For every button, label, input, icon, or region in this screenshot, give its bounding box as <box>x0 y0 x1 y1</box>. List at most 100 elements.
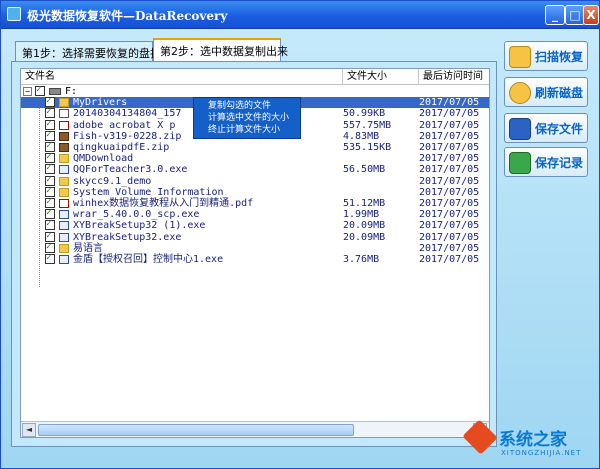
maximize-button[interactable]: □ <box>565 5 585 25</box>
file-name: 20140304134804_157 <box>73 108 182 120</box>
scroll-left-icon[interactable]: ◄ <box>22 423 36 437</box>
file-row[interactable]: QQForTeacher3.0.exe 56.50MB 2017/07/05 <box>21 163 489 176</box>
file-name: wrar_5.40.0.0_scp.exe <box>73 209 200 221</box>
tab-step-2[interactable]: 第2步：选中数据复制出来 <box>153 38 288 61</box>
root-label: F: <box>65 86 78 97</box>
row-checkbox[interactable] <box>45 152 55 164</box>
row-checkbox[interactable] <box>45 219 55 231</box>
file-date: 2017/07/05 <box>419 175 480 187</box>
row-checkbox[interactable] <box>45 175 55 186</box>
tree-root-drive[interactable]: − F: <box>21 85 489 97</box>
collapse-icon[interactable]: − <box>23 87 32 96</box>
file-date: 2017/07/05 <box>419 164 480 176</box>
refresh-icon <box>509 82 531 104</box>
file-date: 2017/07/05 <box>419 97 480 109</box>
folder-icon <box>59 154 69 164</box>
file-row[interactable]: XYBreakSetup32.exe 20.09MB 2017/07/05 <box>21 231 489 243</box>
file-row[interactable]: 金盾【授权召回】控制中心1.exe 3.76MB 2017/07/05 <box>21 253 489 265</box>
context-menu: 复制勾选的文件 计算选中文件的大小 终止计算文件大小 <box>193 97 301 139</box>
file-row[interactable]: skycc9.1_demo 2017/07/05 <box>21 175 489 187</box>
save-record-label: 保存记录 <box>535 156 584 170</box>
drive-icon <box>49 88 61 95</box>
file-date: 2017/07/05 <box>419 142 480 153</box>
column-header-size[interactable]: 文件大小 <box>343 69 419 85</box>
row-checkbox[interactable] <box>45 208 55 220</box>
scan-recover-label: 扫描恢复 <box>535 50 584 64</box>
row-checkbox[interactable] <box>45 253 55 264</box>
house-icon <box>509 152 531 174</box>
file-name: QQForTeacher3.0.exe <box>73 164 188 176</box>
column-header-name[interactable]: 文件名 <box>21 69 343 85</box>
watermark-text: 系统之家 <box>499 430 567 450</box>
refresh-disk-button[interactable]: 刷新磁盘 <box>504 77 588 107</box>
file-name: skycc9.1_demo <box>73 175 152 187</box>
row-checkbox[interactable] <box>45 130 55 141</box>
folder-icon <box>59 243 69 253</box>
menu-item-stop-calc[interactable]: 终止计算文件大小 <box>198 124 296 136</box>
save-file-label: 保存文件 <box>535 122 584 136</box>
file-size: 51.12MB <box>343 198 386 209</box>
file-name: QMDownload <box>73 153 134 165</box>
file-row[interactable]: winhex数据恢复教程从入门到精通.pdf 51.12MB 2017/07/05 <box>21 197 489 209</box>
save-record-button[interactable]: 保存记录 <box>504 147 588 177</box>
row-checkbox[interactable] <box>45 107 55 119</box>
file-row[interactable]: qingkuaipdfE.zip 535.15KB 2017/07/05 <box>21 141 489 153</box>
save-icon <box>509 118 531 140</box>
file-date: 2017/07/05 <box>419 153 480 165</box>
file-row[interactable]: 易语言 2017/07/05 <box>21 242 489 254</box>
file-row[interactable]: XYBreakSetup32 (1).exe 20.09MB 2017/07/05 <box>21 219 489 232</box>
watermark-subtext: XITONGZHIJIA.NET <box>501 449 582 457</box>
file-date: 2017/07/05 <box>419 198 480 209</box>
row-checkbox[interactable] <box>45 186 55 197</box>
row-checkbox[interactable] <box>45 197 55 208</box>
minimize-button[interactable]: _ <box>545 5 565 25</box>
file-name: System Volume Information <box>73 186 224 198</box>
file-date: 2017/07/05 <box>419 186 480 198</box>
exe-icon <box>59 255 69 264</box>
scan-recover-button[interactable]: 扫描恢复 <box>504 41 588 71</box>
file-size: 4.83MB <box>343 130 380 142</box>
row-checkbox[interactable] <box>45 96 55 108</box>
folder-icon <box>59 98 69 108</box>
file-name: adobe acrobat X p <box>73 119 176 131</box>
file-name: winhex数据恢复教程从入门到精通.pdf <box>73 198 254 209</box>
pdf-icon <box>59 120 69 130</box>
file-date: 2017/07/05 <box>419 254 480 265</box>
file-size: 1.99MB <box>343 209 380 221</box>
close-button[interactable]: X <box>583 5 599 25</box>
file-row[interactable]: wrar_5.40.0.0_scp.exe 1.99MB 2017/07/05 <box>21 208 489 221</box>
scroll-thumb[interactable] <box>38 424 354 436</box>
file-date: 2017/07/05 <box>419 108 480 120</box>
column-header-date[interactable]: 最后访问时间 <box>419 69 489 85</box>
root-checkbox[interactable] <box>35 85 45 96</box>
file-size: 50.99KB <box>343 108 386 120</box>
file-size: 56.50MB <box>343 164 386 176</box>
row-checkbox[interactable] <box>45 163 55 175</box>
app-window: 极光数据恢复软件—DataRecovery _ □ X 第1步：选择需要恢复的盘… <box>0 0 600 469</box>
file-name: 金盾【授权召回】控制中心1.exe <box>73 254 224 265</box>
list-header: 文件名 文件大小 最后访问时间 <box>21 69 489 85</box>
file-size: 20.09MB <box>343 220 386 232</box>
title-bar[interactable]: 极光数据恢复软件—DataRecovery _ □ X <box>1 1 599 29</box>
row-checkbox[interactable] <box>45 119 55 130</box>
row-checkbox[interactable] <box>45 242 55 253</box>
window-title: 极光数据恢复软件—DataRecovery <box>27 9 228 23</box>
row-checkbox[interactable] <box>45 231 55 242</box>
app-icon <box>7 7 21 21</box>
exe-icon <box>59 165 69 175</box>
file-row[interactable]: System Volume Information 2017/07/05 <box>21 186 489 198</box>
folder-icon <box>59 176 69 186</box>
save-file-button[interactable]: 保存文件 <box>504 113 588 143</box>
exe-icon <box>59 210 69 220</box>
menu-item-calc-size[interactable]: 计算选中文件的大小 <box>198 112 296 124</box>
menu-item-copy-checked[interactable]: 复制勾选的文件 <box>198 100 296 112</box>
row-checkbox[interactable] <box>45 141 55 152</box>
horizontal-scrollbar[interactable]: ◄ ► <box>21 421 489 437</box>
exe-icon <box>59 232 69 242</box>
tab-step-1[interactable]: 第1步：选择需要恢复的盘扫描 <box>15 41 172 61</box>
pdf-icon <box>59 199 69 208</box>
zip-icon <box>59 131 69 141</box>
file-size: 3.76MB <box>343 254 380 265</box>
file-row[interactable]: QMDownload 2017/07/05 <box>21 152 489 165</box>
watermark: 系统之家 XITONGZHIJIA.NET <box>462 419 597 465</box>
